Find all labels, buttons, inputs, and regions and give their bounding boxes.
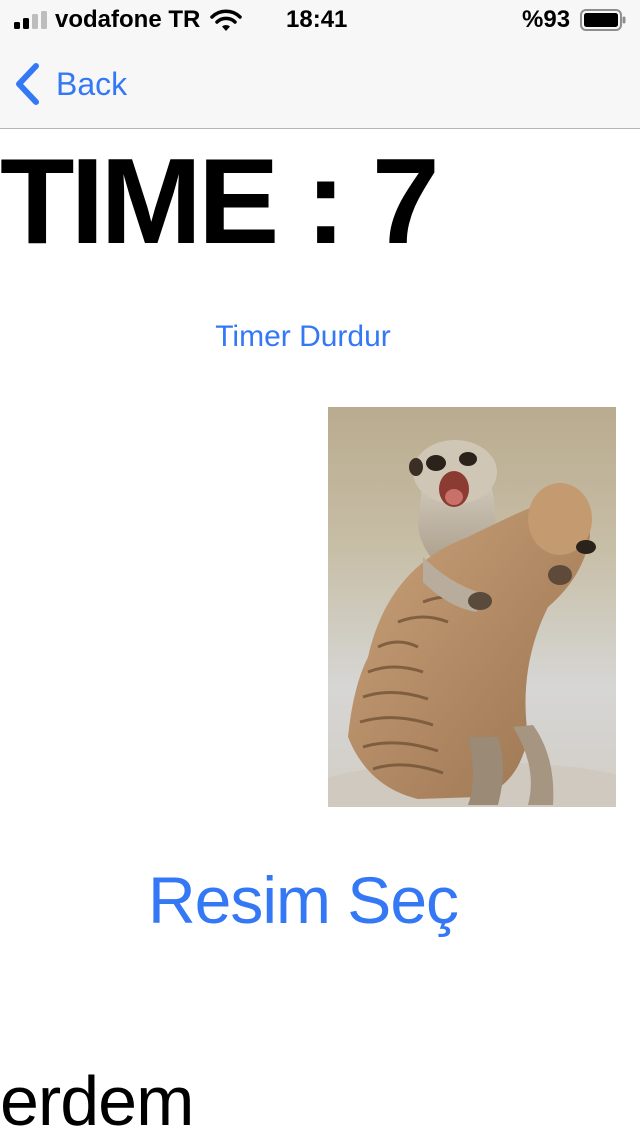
navigation-bar: Back bbox=[0, 40, 640, 129]
carrier-name: vodafone TR bbox=[55, 6, 201, 33]
footer-name-label: erdem bbox=[0, 1062, 194, 1136]
status-bar: vodafone TR 18:41 %93 bbox=[0, 0, 640, 40]
time-counter-label: TIME : 7 bbox=[0, 133, 440, 269]
battery-percent: %93 bbox=[522, 6, 571, 33]
wifi-icon bbox=[210, 9, 242, 31]
meerkat-image bbox=[328, 407, 616, 807]
meerkat-photo bbox=[328, 407, 616, 807]
battery-icon bbox=[580, 9, 626, 31]
stop-timer-button[interactable]: Timer Durdur bbox=[0, 320, 606, 354]
signal-icon bbox=[14, 11, 48, 29]
app-screen: vodafone TR 18:41 %93 Back TIME : 7 Time… bbox=[0, 0, 640, 1136]
back-button[interactable]: Back bbox=[12, 62, 127, 106]
status-time: 18:41 bbox=[286, 6, 348, 33]
back-label: Back bbox=[56, 65, 128, 102]
chevron-left-icon bbox=[16, 63, 39, 105]
choose-image-button[interactable]: Resim Seç bbox=[0, 862, 606, 938]
